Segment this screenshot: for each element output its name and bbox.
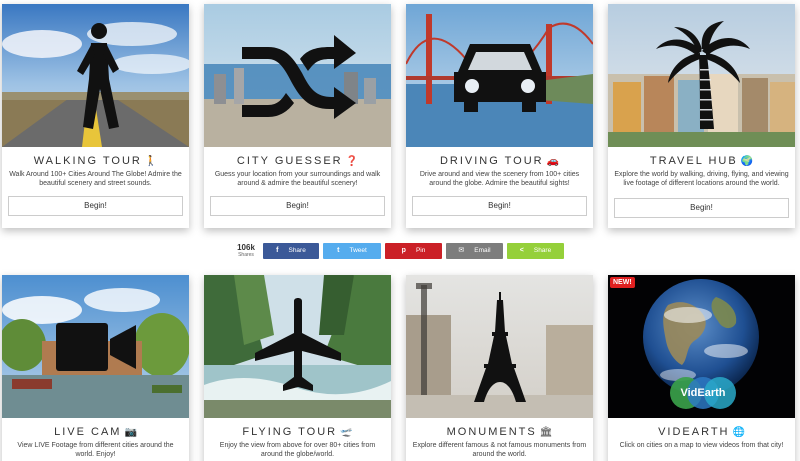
question-emoji: ❓	[345, 156, 359, 167]
globe-emoji: 🌍	[740, 156, 754, 167]
classical-building-emoji: 🏛	[539, 427, 553, 438]
card-description: Enjoy the view from above for over 80+ c…	[219, 442, 376, 458]
facebook-share-label: Share	[288, 247, 306, 254]
share-count: 106k Shares	[234, 243, 258, 259]
pinterest-icon: p	[401, 247, 406, 254]
walking-tour-begin-button[interactable]: Begin!	[8, 196, 183, 216]
card-title: VIDEARTH 🌐	[658, 426, 745, 438]
card-description: Guess your location from your surroundin…	[214, 171, 381, 187]
share-bar: 106k Shares f Share t Tweet p Pin ✉ Email < S…	[234, 243, 568, 259]
facebook-share-button[interactable]: f Share	[263, 243, 319, 259]
car-emoji: 🚗	[546, 156, 560, 167]
share-count-number: 106k	[237, 243, 255, 252]
share-icon: <	[519, 247, 524, 254]
eiffel-tower-icon	[473, 291, 526, 402]
card-description: Walk Around 100+ Cities Around The Globe…	[9, 171, 182, 187]
car-icon	[453, 43, 546, 112]
videarth-card: NEW! VidEarth VIDEARTH 🌐 Click on cities …	[608, 275, 795, 461]
live-cam-image[interactable]	[2, 275, 189, 418]
share-count-label: Shares	[238, 252, 254, 258]
video-camera-icon	[55, 322, 136, 371]
pinterest-pin-label: Pin	[415, 247, 426, 254]
card-description: Click on cities on a map to view videos …	[619, 442, 784, 449]
email-icon: ✉	[458, 247, 465, 254]
flying-tour-image[interactable]	[204, 275, 391, 418]
live-cam-card: LIVE CAM 📷 View LIVE Footage from differe…	[2, 275, 189, 461]
walking-tour-image[interactable]	[2, 4, 189, 147]
driving-tour-image[interactable]	[406, 4, 593, 147]
travel-hub-card: TRAVEL HUB 🌍 Explore the world by walking…	[608, 4, 795, 228]
walking-tour-card: WALKING TOUR 🚶 Walk Around 100+ Cities Ar…	[2, 4, 189, 228]
card-description: Explore the world by walking, driving, f…	[614, 171, 789, 187]
card-title: FLYING TOUR 🛫	[242, 426, 353, 438]
sharethis-share-button[interactable]: < Share	[507, 243, 564, 259]
card-title: WALKING TOUR 🚶	[33, 155, 158, 167]
videarth-logo: VidEarth	[670, 377, 736, 409]
videarth-logo-text: VidEarth	[680, 387, 726, 399]
monuments-card: MONUMENTS 🏛 Explore different famous & no…	[406, 275, 593, 461]
card-title: MONUMENTS 🏛	[446, 426, 553, 438]
monuments-image[interactable]	[406, 275, 593, 418]
videarth-image[interactable]: NEW! VidEarth	[608, 275, 795, 418]
card-description: View LIVE Footage from different cities …	[17, 442, 174, 458]
city-guesser-card: CITY GUESSER ❓ Guess your location from y…	[204, 4, 391, 228]
city-guesser-image[interactable]	[204, 4, 391, 147]
twitter-tweet-button[interactable]: t Tweet	[323, 243, 381, 259]
travel-hub-image[interactable]	[608, 4, 795, 147]
city-guesser-begin-button[interactable]: Begin!	[210, 196, 385, 216]
driving-tour-begin-button[interactable]: Begin!	[412, 196, 587, 216]
airplane-icon	[254, 297, 341, 391]
new-badge: NEW!	[610, 277, 635, 288]
walking-person-icon	[76, 22, 119, 129]
flying-tour-card: FLYING TOUR 🛫 Enjoy the view from above f…	[204, 275, 391, 461]
card-description: Explore different famous & not famous mo…	[412, 442, 587, 458]
takeoff-emoji: 🛫	[340, 427, 353, 438]
card-title: LIVE CAM 📷	[54, 426, 137, 438]
card-description: Drive around and view the scenery from 1…	[419, 171, 580, 187]
card-title: DRIVING TOUR 🚗	[439, 155, 560, 167]
twitter-tweet-label: Tweet	[349, 247, 367, 254]
walking-emoji: 🚶	[144, 156, 158, 167]
palm-tree-icon	[655, 20, 750, 129]
camera-emoji: 📷	[124, 427, 137, 438]
email-share-label: Email	[474, 247, 491, 254]
sharethis-share-label: Share	[533, 247, 552, 254]
pinterest-pin-button[interactable]: p Pin	[385, 243, 442, 259]
driving-tour-card: DRIVING TOUR 🚗 Drive around and view the …	[406, 4, 593, 228]
email-share-button[interactable]: ✉ Email	[446, 243, 503, 259]
facebook-icon: f	[276, 247, 279, 254]
shuffle-icon	[241, 34, 356, 119]
globe-meridians-emoji: 🌐	[732, 427, 745, 438]
card-title: TRAVEL HUB 🌍	[649, 155, 754, 167]
card-title: CITY GUESSER ❓	[236, 155, 359, 167]
travel-hub-begin-button[interactable]: Begin!	[614, 198, 789, 218]
twitter-icon: t	[337, 247, 340, 254]
